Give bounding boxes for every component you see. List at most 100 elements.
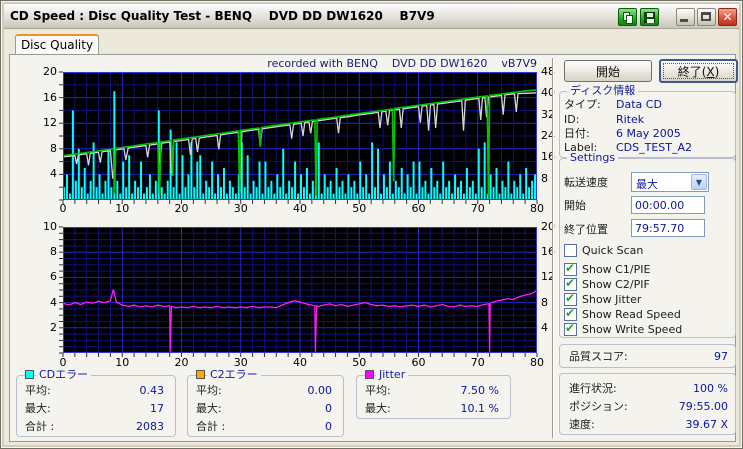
y-axis-tick-label: 8 (50, 245, 57, 259)
checkbox-quick-scan[interactable] (564, 244, 577, 257)
quality-chart (59, 71, 538, 204)
checkbox-show-write-speed[interactable]: ✔ (564, 321, 577, 336)
checkbox-label: Show Read Speed (582, 308, 681, 321)
stats-box-title: Jitter (376, 369, 409, 381)
x-axis-tick-label: 30 (233, 202, 248, 215)
chevron-down-icon[interactable]: ▼ (691, 174, 707, 190)
disc-info-row-label: ID: (564, 113, 580, 126)
x-axis-tick-label: 40 (293, 202, 307, 215)
jitter-chart (59, 226, 538, 357)
tab-disc-quality[interactable]: Disc Quality (15, 34, 99, 55)
x-axis-tick-label: 10 (115, 356, 130, 369)
y-axis-tick-label: 20 (43, 65, 57, 78)
progress-row-value: 100 % (693, 382, 728, 395)
stats-row-value: 0 (325, 402, 332, 415)
start-position-input[interactable] (631, 196, 705, 214)
x-axis-tick-label: 20 (174, 356, 189, 369)
checkbox-show-c1-pie[interactable]: ✔ (564, 261, 577, 276)
checkbox-label: Show C2/PIF (582, 278, 650, 291)
stats-row-label: 合計 : (25, 420, 55, 433)
stats-row-label: 最大: (196, 402, 222, 415)
transfer-speed-value: 最大 (636, 178, 658, 191)
legend-color-icon (196, 370, 205, 379)
stats-row-value: 2083 (136, 420, 164, 433)
titlebar[interactable]: CD Speed : Disc Quality Test - BENQ DVD … (4, 4, 739, 29)
checkbox-show-c2-pif[interactable]: ✔ (564, 276, 577, 291)
end-position-label: 終了位置 (564, 223, 608, 236)
exit-button-label: 終了( (677, 64, 707, 79)
minimize-button[interactable] (676, 8, 695, 26)
copy-to-clipboard-button[interactable] (618, 8, 637, 26)
stats-row-value: 0.43 (139, 384, 165, 397)
x-axis-tick-label: 80 (530, 202, 544, 215)
window-title: CD Speed : Disc Quality Test - BENQ DVD … (10, 9, 435, 23)
progress-row-label: 進行状況: (569, 382, 617, 395)
close-button[interactable]: ✕ (718, 8, 737, 26)
maximize-icon (701, 12, 711, 21)
stats-row-label: 最大: (365, 402, 391, 415)
check-icon: ✔ (565, 291, 576, 305)
check-icon: ✔ (565, 261, 576, 275)
x-axis-tick-label: 40 (293, 356, 307, 369)
check-icon: ✔ (565, 276, 576, 290)
y-axis-tick-label: 10 (43, 220, 57, 233)
progress-row-value: 79:55.00 (678, 400, 728, 413)
x-axis-tick-label: 80 (530, 356, 544, 369)
minimize-icon (680, 19, 688, 22)
quality-score-label: 品質スコア: (569, 350, 628, 363)
close-icon: ✕ (722, 9, 733, 24)
stats-row-label: 平均: (365, 384, 391, 397)
x-axis-tick-label: 70 (470, 356, 485, 369)
maximize-button[interactable] (697, 8, 716, 26)
checkbox-show-jitter[interactable]: ✔ (564, 291, 577, 306)
stats-row-label: 最大: (25, 402, 51, 415)
start-button[interactable]: 開始 (564, 60, 652, 82)
y-axis-tick-label: 4 (50, 295, 57, 309)
disc-info-row-value: CDS_TEST_A2 (616, 141, 693, 154)
x-axis-tick-label: 50 (352, 356, 367, 369)
y-axis-tick-label: 2 (50, 320, 57, 334)
x-axis-tick-label: 60 (411, 356, 426, 369)
copy-icon-back (626, 15, 633, 24)
legend-color-icon (365, 370, 374, 379)
progress-row-label: ポジション: (569, 400, 628, 413)
checkbox-label: Show C1/PIE (582, 263, 651, 276)
save-icon (644, 12, 655, 23)
end-position-input[interactable] (631, 219, 705, 237)
x-axis-tick-label: 50 (352, 202, 367, 215)
checkbox-show-read-speed[interactable]: ✔ (564, 306, 577, 321)
transfer-speed-label: 転送速度 (564, 176, 608, 189)
x-axis-tick-label: 60 (411, 202, 426, 215)
y-axis-tick-label: 12 (43, 116, 57, 130)
stats-row-value: 0 (325, 420, 332, 433)
x-axis-tick-label: 10 (115, 202, 130, 215)
stats-row-value: 17 (150, 402, 164, 415)
progress-row-label: 速度: (569, 418, 595, 431)
checkbox-label: Show Write Speed (582, 323, 683, 336)
disc-info-row-label: 日付: (564, 127, 590, 140)
exit-button[interactable]: 終了(X) (659, 59, 738, 83)
stats-row-label: 合計 : (196, 420, 226, 433)
checkbox-label: Show Jitter (582, 293, 642, 306)
y-axis-tick-label: 4 (50, 167, 57, 181)
exit-button-label-end: ) (714, 64, 720, 79)
stats-row-value: 10.1 % (460, 402, 499, 415)
y-axis-tick-label: 6 (50, 270, 57, 284)
x-axis-tick-label: 0 (59, 202, 67, 215)
stats-row-label: 平均: (25, 384, 51, 397)
disc-info-row-label: Label: (564, 141, 598, 154)
start-button-label: 開始 (595, 64, 620, 79)
check-icon: ✔ (565, 306, 576, 320)
disc-info-row-value: Ritek (616, 113, 645, 126)
disc-info-row-value: Data CD (616, 98, 662, 111)
stats-row-value: 7.50 % (460, 384, 499, 397)
save-button[interactable] (640, 8, 659, 26)
start-position-label: 開始 (564, 199, 586, 212)
x-axis-tick-label: 70 (470, 202, 485, 215)
y-axis-tick-label: 16 (43, 90, 57, 104)
transfer-speed-select[interactable]: 最大 ▼ (631, 172, 709, 192)
app-window: CD Speed : Disc Quality Test - BENQ DVD … (0, 0, 743, 449)
quality-score-value: 97 (714, 350, 728, 363)
disc-info-row-label: タイプ: (564, 98, 601, 111)
y-axis-tick-label: 8 (50, 141, 57, 155)
